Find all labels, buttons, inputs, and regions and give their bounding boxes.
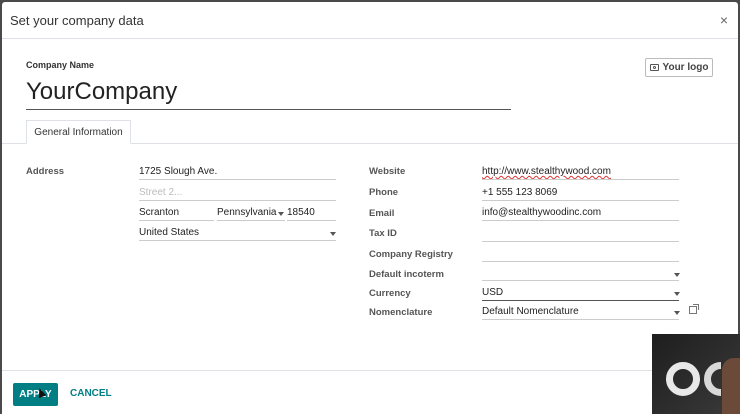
state-value: Pennsylvania: [217, 207, 277, 218]
footer-divider: [2, 370, 738, 371]
logo-upload-button[interactable]: Your logo: [645, 58, 713, 77]
apply-button[interactable]: APPLY: [13, 383, 58, 406]
incoterm-label: Default incoterm: [369, 269, 444, 280]
currency-label: Currency: [369, 288, 411, 299]
logo-ring-icon: [666, 362, 700, 396]
city-input[interactable]: Scranton: [139, 206, 214, 221]
chevron-down-icon: [278, 212, 284, 216]
chevron-down-icon: [674, 311, 680, 315]
company-name-input[interactable]: YourCompany: [26, 76, 511, 110]
email-label: Email: [369, 208, 395, 219]
state-select[interactable]: Pennsylvania: [217, 206, 285, 221]
website-input[interactable]: http://www.stealthywood.com: [482, 165, 679, 180]
company-registry-label: Company Registry: [369, 249, 453, 260]
external-link-icon[interactable]: [689, 304, 699, 314]
country-select[interactable]: United States: [139, 226, 336, 241]
company-setup-dialog: Set your company data × Company Name You…: [2, 2, 738, 414]
tax-id-input[interactable]: [482, 227, 679, 242]
zip-input[interactable]: 18540: [287, 206, 336, 221]
modal-title: Set your company data: [10, 12, 144, 28]
company-name-label: Company Name: [26, 60, 95, 70]
logo-button-label: Your logo: [662, 62, 709, 73]
chevron-down-icon: [674, 273, 680, 277]
phone-input[interactable]: +1 555 123 8069: [482, 186, 679, 201]
chevron-down-icon: [674, 292, 680, 296]
close-icon[interactable]: ×: [720, 12, 728, 28]
website-label: Website: [369, 166, 406, 177]
tab-general-information[interactable]: General Information: [26, 120, 131, 144]
street2-input[interactable]: Street 2...: [139, 186, 336, 201]
email-input[interactable]: info@stealthywoodinc.com: [482, 206, 679, 221]
chevron-down-icon: [330, 232, 336, 236]
presenter-image: [722, 358, 740, 414]
street-input[interactable]: 1725 Slough Ave.: [139, 165, 336, 180]
company-registry-input[interactable]: [482, 247, 679, 262]
website-value: http://www.stealthywood.com: [482, 166, 611, 177]
tax-id-label: Tax ID: [369, 228, 397, 239]
webcam-overlay: [652, 334, 740, 414]
phone-label: Phone: [369, 187, 399, 198]
incoterm-select[interactable]: [482, 266, 679, 281]
modal-header: Set your company data ×: [2, 2, 738, 39]
camera-icon: [649, 64, 659, 71]
nomenclature-select[interactable]: Default Nomenclature: [482, 305, 679, 320]
cancel-button[interactable]: CANCEL: [70, 388, 112, 399]
address-label: Address: [26, 166, 65, 177]
nomenclature-label: Nomenclature: [369, 307, 433, 318]
currency-select[interactable]: USD: [482, 286, 679, 301]
